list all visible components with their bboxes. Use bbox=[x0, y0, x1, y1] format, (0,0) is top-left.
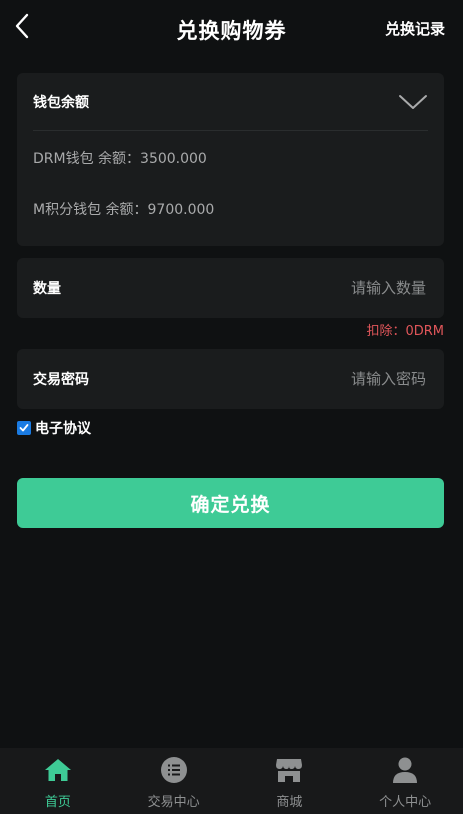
quantity-label: 数量 bbox=[33, 281, 61, 297]
agreement-checkbox[interactable] bbox=[17, 421, 31, 435]
wallet-balance-toggle[interactable]: 钱包余额 bbox=[33, 73, 428, 131]
drm-wallet-balance: DRM钱包 余额：3500.000 bbox=[33, 151, 207, 167]
home-icon bbox=[43, 756, 73, 784]
tab-profile[interactable]: 个人中心 bbox=[347, 748, 463, 814]
tab-trading-center[interactable]: 交易中心 bbox=[116, 748, 232, 814]
tab-trading-center-label: 交易中心 bbox=[147, 795, 200, 810]
list-icon bbox=[159, 756, 189, 784]
password-row: 交易密码 bbox=[17, 349, 444, 409]
store-icon bbox=[274, 756, 304, 784]
exchange-records-link[interactable]: 兑换记录 bbox=[385, 18, 445, 39]
quantity-input[interactable] bbox=[244, 278, 428, 298]
tab-profile-label: 个人中心 bbox=[379, 795, 432, 810]
tab-home-label: 首页 bbox=[44, 795, 71, 810]
confirm-exchange-button[interactable]: 确定兑换 bbox=[17, 478, 444, 528]
user-icon bbox=[390, 756, 420, 784]
tab-mall[interactable]: 商城 bbox=[232, 748, 348, 814]
chevron-down-icon bbox=[399, 94, 427, 109]
m-points-wallet-balance: M积分钱包 余额：9700.000 bbox=[33, 202, 215, 218]
tab-mall-label: 商城 bbox=[276, 795, 303, 810]
agreement-label[interactable]: 电子协议 bbox=[35, 418, 91, 438]
password-input[interactable] bbox=[244, 369, 428, 389]
bottom-tab-bar: 首页 交易中心 商城 个人中心 bbox=[0, 748, 463, 814]
tab-home[interactable]: 首页 bbox=[0, 748, 116, 814]
header: 兑换购物券 兑换记录 bbox=[0, 0, 463, 60]
wallet-balance-card: 钱包余额 DRM钱包 余额：3500.000 M积分钱包 余额：9700.000 bbox=[17, 73, 444, 246]
password-label: 交易密码 bbox=[33, 372, 89, 388]
quantity-row: 数量 bbox=[17, 258, 444, 318]
check-icon bbox=[19, 424, 29, 432]
wallet-balance-label: 钱包余额 bbox=[33, 94, 89, 111]
deduct-amount: 扣除：0DRM bbox=[366, 324, 444, 339]
agreement-row: 电子协议 bbox=[17, 418, 91, 438]
